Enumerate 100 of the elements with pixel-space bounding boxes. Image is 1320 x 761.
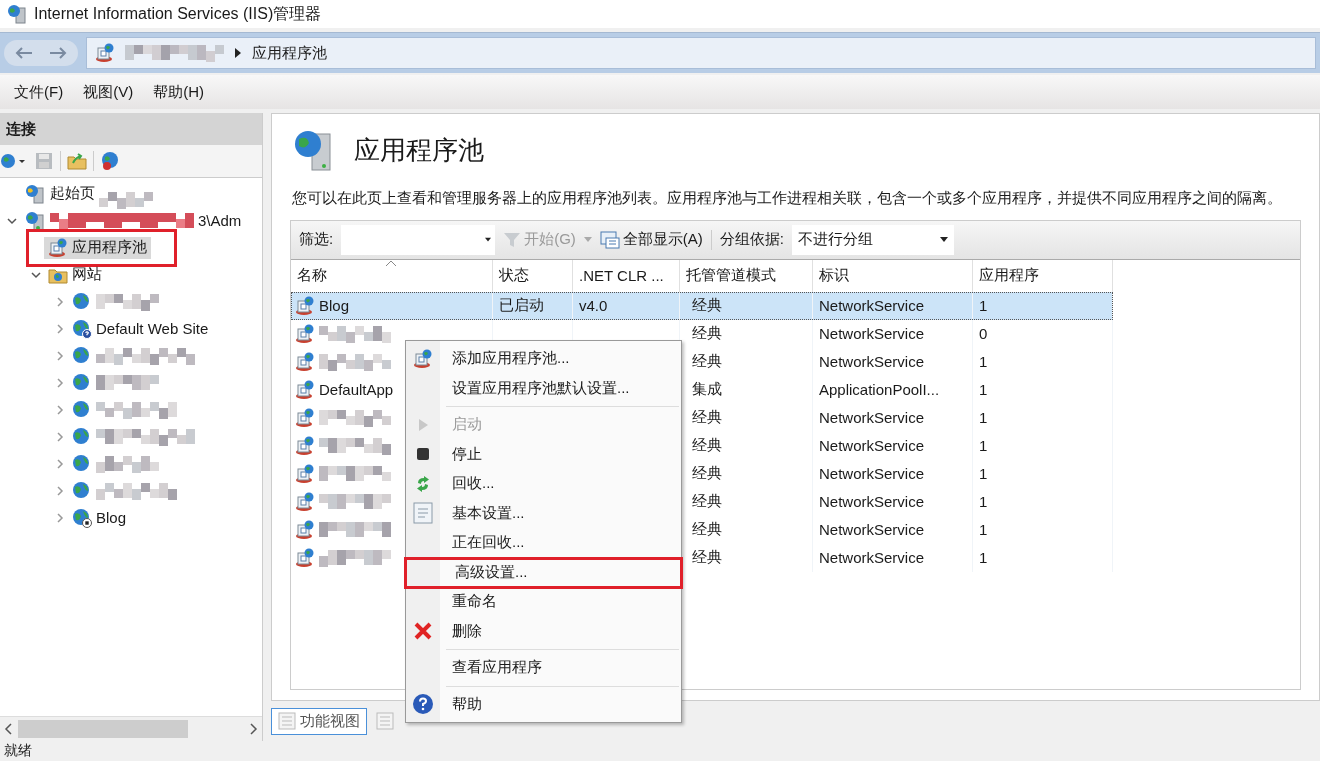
app-pool-icon bbox=[295, 407, 315, 428]
menu-item[interactable]: 设置应用程序池默认设置... bbox=[406, 373, 681, 403]
chevron-right-icon[interactable] bbox=[54, 430, 66, 443]
scroll-right-icon[interactable] bbox=[248, 723, 258, 735]
table-cell: 1 bbox=[979, 353, 988, 371]
table-cell: NetworkService bbox=[819, 521, 925, 539]
recycle-arrows-icon bbox=[415, 474, 431, 493]
horizontal-scrollbar[interactable] bbox=[0, 716, 262, 741]
column-header[interactable]: 标识 bbox=[813, 259, 973, 292]
table-cell: ApplicationPoolI... bbox=[819, 381, 940, 399]
globe-icon bbox=[72, 372, 92, 393]
app-pool-icon bbox=[413, 348, 433, 369]
menu-item[interactable]: 帮助 bbox=[406, 689, 681, 719]
table-cell: Blog bbox=[319, 297, 350, 315]
tree-item[interactable]: Blog bbox=[68, 506, 131, 529]
column-header[interactable]: 托管管道模式 bbox=[680, 259, 813, 292]
forward-arrow-icon[interactable] bbox=[48, 45, 68, 61]
table-cell: NetworkService bbox=[819, 325, 925, 343]
chevron-right-icon[interactable] bbox=[54, 484, 66, 497]
table-cell: 经典 bbox=[692, 548, 722, 568]
table-cell: 经典 bbox=[692, 436, 722, 456]
column-header[interactable]: 应用程序 bbox=[973, 259, 1113, 292]
globe-dropdown-icon[interactable] bbox=[0, 151, 28, 171]
menu-item[interactable]: 高级设置... bbox=[407, 559, 680, 586]
tree-item[interactable]: 3\Adm bbox=[20, 209, 246, 232]
window-title: Internet Information Services (IIS)管理器 bbox=[34, 3, 322, 24]
breadcrumb-arrow-icon bbox=[234, 48, 242, 58]
show-all-button[interactable]: 全部显示(A) bbox=[599, 230, 703, 250]
table-cell: 经典 bbox=[692, 464, 722, 484]
tree-item[interactable]: 网站 bbox=[44, 263, 106, 286]
column-header[interactable]: .NET CLR ... bbox=[573, 259, 680, 292]
save-icon[interactable] bbox=[34, 151, 54, 171]
column-header[interactable]: 状态 bbox=[493, 259, 573, 292]
breadcrumb-item[interactable]: 应用程序池 bbox=[252, 43, 327, 63]
app-pool-icon bbox=[95, 43, 115, 63]
column-header[interactable]: 名称 bbox=[291, 259, 493, 292]
menu-item[interactable]: 文件(F) bbox=[4, 80, 74, 104]
dropdown-arrow-icon bbox=[940, 237, 948, 243]
tree-item[interactable]: 起始页 bbox=[20, 178, 157, 210]
table-cell: 1 bbox=[979, 549, 988, 567]
table-cell: DefaultApp bbox=[319, 381, 394, 399]
view-tab[interactable]: 功能视图 bbox=[271, 707, 367, 735]
nav-buttons[interactable] bbox=[4, 40, 78, 66]
chevron-right-icon[interactable] bbox=[54, 511, 66, 524]
table-cell: 集成 bbox=[692, 380, 722, 400]
table-cell: NetworkService bbox=[819, 549, 925, 567]
chevron-right-icon[interactable] bbox=[54, 403, 66, 416]
group-by-dropdown[interactable]: 不进行分组 bbox=[792, 224, 954, 255]
table-cell: NetworkService bbox=[819, 297, 925, 315]
table-cell: NetworkService bbox=[819, 409, 925, 427]
table-cell: 已启动 bbox=[499, 296, 544, 316]
delete-icon bbox=[414, 622, 432, 641]
menu-item[interactable]: 帮助(H) bbox=[143, 80, 214, 104]
table-cell: 经典 bbox=[692, 520, 722, 540]
app-pool-icon bbox=[295, 379, 315, 400]
app-pool-icon bbox=[295, 491, 315, 512]
table-cell: 经典 bbox=[692, 352, 722, 372]
pane-header: 连接 bbox=[0, 113, 262, 145]
tree-item[interactable]: 应用程序池 bbox=[44, 236, 151, 259]
menu-item[interactable]: 删除 bbox=[406, 616, 681, 646]
chevron-right-icon[interactable] bbox=[54, 295, 66, 308]
grid-page-icon bbox=[376, 712, 394, 730]
window-list-icon bbox=[599, 230, 620, 249]
globe-icon bbox=[72, 453, 92, 474]
app-pool-icon bbox=[295, 435, 315, 456]
scroll-left-icon[interactable] bbox=[4, 723, 14, 735]
table-cell: 1 bbox=[979, 381, 988, 399]
server-globe-icon bbox=[6, 4, 28, 24]
stop-icon bbox=[416, 447, 430, 462]
play-icon bbox=[417, 417, 429, 432]
filter-field[interactable] bbox=[341, 224, 496, 255]
app-pool-icon bbox=[295, 351, 315, 372]
server-globe-icon bbox=[24, 183, 46, 204]
back-arrow-icon[interactable] bbox=[14, 45, 34, 61]
address-field[interactable]: 应用程序池 bbox=[86, 37, 1316, 69]
filter-label: 筛选: bbox=[299, 230, 334, 250]
help-icon bbox=[412, 693, 434, 716]
page-title: 应用程序池 bbox=[354, 133, 484, 167]
menu-item[interactable]: 视图(V) bbox=[73, 80, 144, 104]
table-cell: 1 bbox=[979, 297, 988, 315]
chevron-right-icon[interactable] bbox=[54, 322, 66, 335]
table-cell: 1 bbox=[979, 493, 988, 511]
chevron-right-icon[interactable] bbox=[54, 349, 66, 362]
menu-item[interactable]: 查看应用程序 bbox=[406, 653, 681, 683]
menu-item[interactable]: 重命名 bbox=[406, 587, 681, 617]
app-pool-icon bbox=[48, 237, 68, 258]
folder-arrow-icon[interactable] bbox=[67, 151, 87, 171]
table-cell: NetworkService bbox=[819, 465, 925, 483]
tree-item[interactable]: Default Web Site bbox=[68, 317, 213, 340]
chevron-right-icon[interactable] bbox=[54, 376, 66, 389]
app-pool-icon bbox=[295, 295, 315, 316]
settings-page-icon bbox=[413, 502, 433, 525]
page-description: 您可以在此页上查看和管理服务器上的应用程序池列表。应用程序池与工作进程相关联，包含一个或多个应用程序，并提供不同应用程序之间的隔离。 bbox=[292, 189, 1283, 208]
dropdown-arrow-icon[interactable] bbox=[485, 237, 492, 243]
table-row[interactable]: Blog 已启动 v4.0 经典 NetworkService 1 bbox=[291, 291, 1113, 320]
chevron-right-icon[interactable] bbox=[54, 457, 66, 470]
table-cell: 经典 bbox=[692, 296, 722, 316]
table-cell: NetworkService bbox=[819, 353, 925, 371]
globe-icon bbox=[72, 426, 92, 447]
table-cell: 1 bbox=[979, 437, 988, 455]
